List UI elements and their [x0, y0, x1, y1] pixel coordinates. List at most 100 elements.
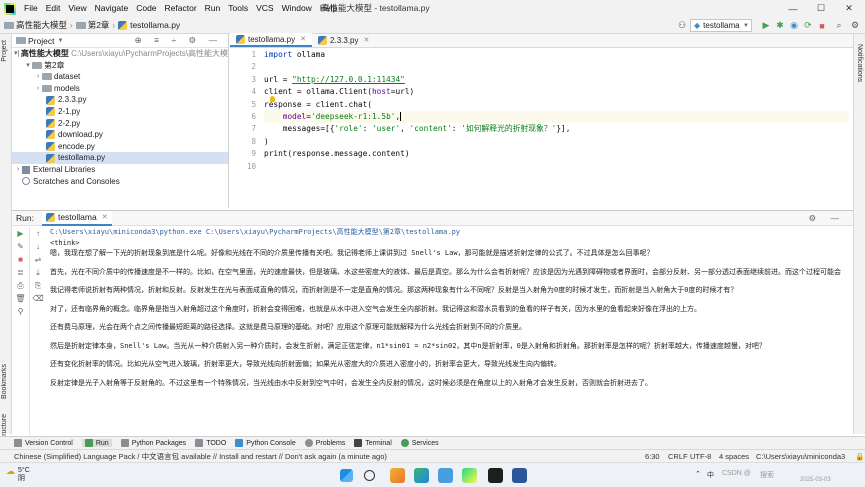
scroll-up-icon[interactable]: ↑	[30, 227, 46, 240]
console-output[interactable]: C:\Users\xiayu\miniconda3\python.exe C:\…	[50, 227, 850, 435]
problems-tool-button[interactable]: Problems	[304, 439, 345, 447]
clock-date[interactable]: 2025-03-03	[800, 477, 831, 483]
project-panel-title[interactable]: Project	[28, 36, 54, 46]
services-tool-button[interactable]: Services	[400, 439, 439, 447]
tree-folder-dataset[interactable]: › dataset	[12, 71, 228, 83]
version-control-tool-button[interactable]: Version Control	[14, 439, 73, 447]
pin-icon[interactable]: ⚲	[12, 305, 29, 318]
debug-icon[interactable]: ✱	[774, 19, 786, 32]
wrench-icon[interactable]: ✎	[12, 240, 29, 253]
run-tab-testollama[interactable]: testollama ✕	[41, 210, 112, 226]
breadcrumb-file[interactable]: testollama.py	[118, 20, 180, 30]
chevron-down-icon[interactable]: ▼	[57, 38, 63, 44]
print-icon[interactable]: ⎙	[12, 279, 29, 292]
todo-tool-button[interactable]: TODO	[195, 439, 226, 447]
close-icon[interactable]: ✕	[102, 213, 108, 221]
windows-start-icon[interactable]	[340, 469, 353, 482]
project-icon	[16, 37, 26, 44]
console-blank	[50, 370, 850, 378]
panel-actions[interactable]: ⊕ ≡ ÷ ⚙ —	[135, 35, 222, 46]
print-output-icon[interactable]: ⎘	[30, 279, 46, 292]
scroll-down-icon[interactable]: ↓	[30, 240, 46, 253]
menu-code[interactable]: Code	[132, 0, 160, 17]
console-blank	[50, 259, 850, 267]
breadcrumb-folder[interactable]: 第2章	[75, 19, 109, 31]
code-token: print(response.message.content)	[264, 149, 410, 159]
menu-file[interactable]: File	[20, 0, 42, 17]
tree-file[interactable]: 2-2.py	[12, 118, 228, 130]
run-panel-actions[interactable]: ⚙ —	[809, 213, 845, 224]
tab-testollama[interactable]: testollama.py ✕	[230, 33, 313, 47]
menu-edit[interactable]: Edit	[42, 0, 65, 17]
restore-layout-icon[interactable]: ≣	[12, 266, 29, 279]
user-icon[interactable]: ⚇	[676, 19, 688, 32]
tree-folder-models[interactable]: › models	[12, 83, 228, 95]
tree-file[interactable]: 2-1.py	[12, 106, 228, 118]
project-panel: Project ▼ ⊕ ≡ ÷ ⚙ — ▾ 高性能大模型 C:\Users\xia…	[12, 34, 229, 208]
run-label: Run:	[16, 213, 34, 223]
soft-wrap-icon[interactable]: ⇌	[30, 253, 46, 266]
tree-file[interactable]: encode.py	[12, 141, 228, 153]
terminal-tool-button[interactable]: Terminal	[354, 439, 392, 447]
tree-external-libraries[interactable]: › External Libraries	[12, 164, 228, 176]
tree-scratches[interactable]: Scratches and Consoles	[12, 176, 228, 188]
file-explorer-icon[interactable]	[390, 468, 405, 483]
tree-file[interactable]: 2.3.3.py	[12, 94, 228, 106]
menu-tools[interactable]: Tools	[224, 0, 252, 17]
python-file-icon	[46, 118, 55, 128]
close-button[interactable]: ✕	[835, 0, 863, 17]
tree-label: dataset	[54, 72, 81, 82]
code-line: messages=[{'role': 'user', 'content': '如…	[264, 123, 849, 135]
menu-navigate[interactable]: Navigate	[91, 0, 133, 17]
edge-icon[interactable]	[414, 468, 429, 483]
status-message[interactable]: Chinese (Simplified) Language Pack / 中文语…	[0, 451, 387, 462]
tab-label: 2.3.3.py	[330, 35, 359, 45]
python-console-tool-button[interactable]: Python Console	[235, 439, 296, 447]
bulb-icon[interactable]	[270, 95, 275, 102]
word-icon[interactable]	[512, 468, 527, 483]
run-icon[interactable]: ▶	[760, 19, 772, 32]
menu-view[interactable]: View	[64, 0, 90, 17]
project-tool-button[interactable]: Project	[1, 40, 8, 62]
tree-file-selected[interactable]: testollama.py	[12, 152, 228, 164]
scroll-to-end-icon[interactable]: ⤓	[30, 266, 46, 279]
terminal-taskbar-icon[interactable]	[488, 468, 503, 483]
code-area[interactable]: import ollama url = "http://127.0.0.1:11…	[264, 49, 849, 208]
settings-icon[interactable]: ⚙	[849, 19, 861, 32]
notifications-tool-button[interactable]: Notifications	[856, 44, 863, 82]
tab-2-3-3[interactable]: 2.3.3.py ✕	[312, 33, 375, 47]
url-string-token[interactable]: "http://127.0.0.1:11434"	[292, 75, 405, 84]
tray-chevron-icon[interactable]: ⌃	[695, 470, 701, 478]
tree-folder-chapter[interactable]: ▾ 第2章	[12, 60, 228, 72]
bookmarks-tool-button[interactable]: Bookmarks	[1, 364, 8, 399]
menu-refactor[interactable]: Refactor	[161, 0, 201, 17]
tree-root[interactable]: ▾ 高性能大模型 C:\Users\xiayu\PycharmProjects\高…	[12, 48, 228, 60]
rerun-icon[interactable]: ▶	[12, 227, 29, 240]
run-config-dropdown[interactable]: ◆ testollama ▼	[690, 19, 752, 32]
search-icon[interactable]	[364, 470, 375, 481]
menu-run[interactable]: Run	[201, 0, 225, 17]
close-icon[interactable]: ✕	[300, 35, 306, 43]
stop-icon[interactable]: ■	[12, 253, 29, 266]
weather-widget[interactable]: ☁ 5°C 阴	[6, 467, 30, 483]
maximize-button[interactable]: ☐	[807, 0, 835, 17]
code-token: ollama	[292, 50, 326, 59]
profile-icon[interactable]: ⟳	[802, 19, 814, 32]
store-icon[interactable]	[438, 468, 453, 483]
input-language[interactable]: 中	[707, 470, 714, 480]
tree-file[interactable]: download.py	[12, 129, 228, 141]
pycharm-taskbar-icon[interactable]	[462, 468, 477, 483]
search-icon[interactable]: ⌕	[833, 19, 845, 32]
stop-icon[interactable]: ■	[816, 19, 828, 32]
minimize-button[interactable]: —	[779, 0, 807, 17]
python-packages-tool-button[interactable]: Python Packages	[120, 439, 186, 447]
menu-vcs[interactable]: VCS	[252, 0, 277, 17]
delete-icon[interactable]: 🗑	[12, 292, 29, 305]
tool-window-bar: Version Control Run Python Packages TODO…	[0, 436, 865, 449]
coverage-icon[interactable]: ◉	[788, 19, 800, 32]
clear-all-icon[interactable]: ⌫	[30, 292, 46, 305]
close-icon[interactable]: ✕	[363, 36, 369, 44]
run-tool-button[interactable]: Run	[81, 439, 112, 447]
menu-window[interactable]: Window	[278, 0, 316, 17]
breadcrumb-root[interactable]: 高性能大模型	[4, 19, 67, 31]
